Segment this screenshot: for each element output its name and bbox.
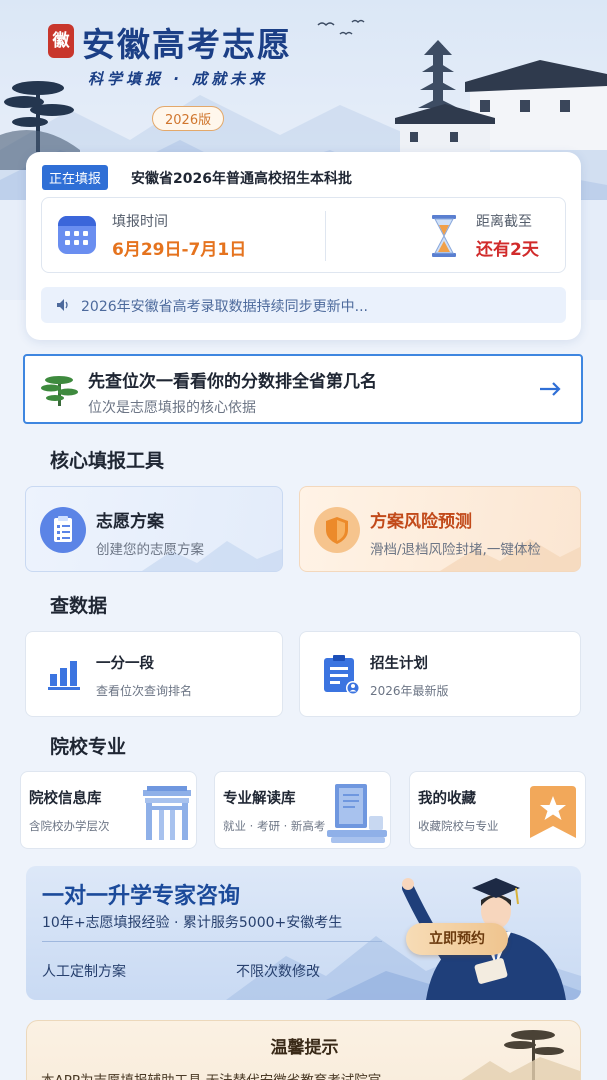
section-title-college-major: 院校专业 [50,736,127,758]
deadline-label: 距离截至 [476,214,532,230]
book-now-button[interactable]: 立即预约 [406,923,508,955]
tool-card-plan[interactable]: 志愿方案 创建您的志愿方案 [25,486,283,572]
tool-subtitle: 创建您的志愿方案 [96,542,204,558]
home-page: 徽 安徽高考志愿 科学填报 · 成就未来 2026版 正在填报 安徽省2026年… [0,0,607,1080]
rank-query-banner[interactable]: 先查位次一看看你的分数排全省第几名 位次是志愿填报的核心依据 [23,354,583,424]
data-subtitle: 2026年最新版 [370,684,449,698]
tips-card: 温馨提示 本APP为志愿填报辅助工具,无法替代安徽省教育考试院官 [26,1020,581,1080]
star-bookmark-icon [530,786,576,838]
library-subtitle: 含院校办学层次 [29,819,110,833]
app-title: 安徽高考志愿 [82,25,292,64]
status-tag: 正在填报 [42,165,109,190]
tool-title: 方案风险预测 [370,512,472,532]
data-card-enrollment-plan[interactable]: 招生计划 2026年最新版 [299,631,581,717]
library-card-colleges[interactable]: 院校信息库 含院校办学层次 [20,771,197,849]
arrow-right-icon [540,382,561,396]
app-slogan: 科学填报 · 成就未来 [88,70,269,88]
library-card-favorites[interactable]: 我的收藏 收藏院校与专业 [409,771,586,849]
pine-icon [41,376,78,406]
rank-subtitle: 位次是志愿填报的核心依据 [88,400,256,416]
calendar-icon [58,216,96,254]
consult-title: 一对一升学专家咨询 [42,883,241,909]
rank-title: 先查位次一看看你的分数排全省第几名 [88,372,377,392]
library-card-majors[interactable]: 专业解读库 就业 · 考研 · 新高考 [214,771,391,849]
data-subtitle: 查看位次查询排名 [96,684,193,698]
data-title: 招生计划 [370,656,428,672]
clipboard-icon [40,507,86,553]
tips-title: 温馨提示 [270,1038,339,1058]
library-subtitle: 就业 · 考研 · 新高考 [223,819,326,833]
date-label: 填报时间 [112,214,168,230]
tool-title: 志愿方案 [96,512,164,532]
consult-feature-custom: 人工定制方案 [42,964,126,980]
library-title: 专业解读库 [223,791,296,807]
consult-feature-revisions: 不限次数修改 [236,964,320,980]
consult-subtitle: 10年+志愿填报经验 · 累计服务5000+安徽考生 [42,915,343,931]
books-icon [327,784,387,843]
divider [325,211,326,261]
expert-consult-banner[interactable]: 一对一升学专家咨询 10年+志愿填报经验 · 累计服务5000+安徽考生 人工定… [26,866,581,1000]
library-subtitle: 收藏院校与专业 [418,819,499,833]
section-title-core-tools: 核心填报工具 [50,450,165,472]
library-title: 院校信息库 [29,791,102,807]
version-badge: 2026版 [152,106,225,131]
notice-text: 2026年安徽省高考录取数据持续同步更新中... [81,299,368,315]
speaker-icon [57,299,68,311]
batch-title: 安徽省2026年普通高校招生本科批 [131,171,352,187]
library-title: 我的收藏 [418,791,476,807]
shield-icon [314,507,360,553]
notice-bar[interactable]: 2026年安徽省高考录取数据持续同步更新中... [41,287,566,323]
tips-text: 本APP为志愿填报辅助工具,无法替代安徽省教育考试院官 [41,1069,381,1080]
data-title: 一分一段 [96,656,154,672]
section-title-query-data: 查数据 [50,595,108,617]
bar-chart-icon [48,661,80,690]
seal-logo: 徽 [48,24,74,58]
data-card-score-rank[interactable]: 一分一段 查看位次查询排名 [25,631,283,717]
date-panel: 填报时间 6月29日-7月1日 距离截至 还有2天 [41,197,566,273]
plan-document-icon [324,655,360,695]
tool-card-risk[interactable]: 方案风险预测 滑档/退档风险封堵,一键体检 [299,486,581,572]
archway-icon [143,786,191,840]
enrollment-status-card: 正在填报 安徽省2026年普通高校招生本科批 填报时间 6月29日-7月1日 距… [26,152,581,340]
tool-subtitle: 滑档/退档风险封堵,一键体检 [370,542,541,558]
divider [42,941,382,942]
deadline-value: 还有2天 [476,240,539,260]
hourglass-icon [432,215,456,257]
date-value: 6月29日-7月1日 [112,240,247,260]
